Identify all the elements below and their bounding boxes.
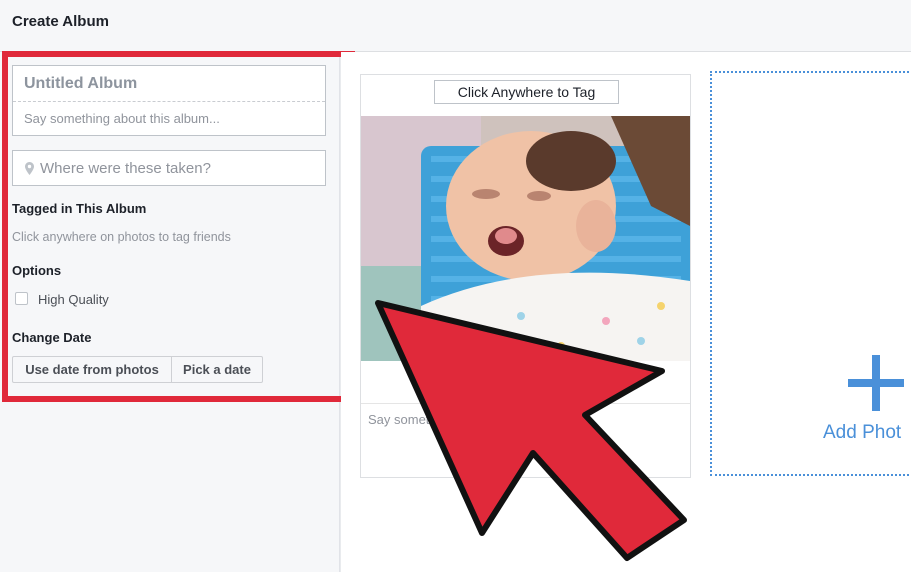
page-title: Create Album bbox=[12, 13, 109, 30]
baby-photo-image bbox=[361, 116, 690, 361]
baby-photo[interactable] bbox=[361, 116, 690, 361]
highlight-box bbox=[2, 51, 355, 402]
add-photos-dropzone[interactable] bbox=[710, 71, 911, 476]
header-bar: Create Album bbox=[0, 0, 911, 52]
tag-button[interactable]: Click Anywhere to Tag bbox=[434, 80, 619, 104]
photo-caption-input[interactable]: Say someth bbox=[368, 412, 437, 427]
add-photos-label[interactable]: Add Phot bbox=[823, 422, 901, 444]
plus-icon bbox=[848, 355, 904, 411]
